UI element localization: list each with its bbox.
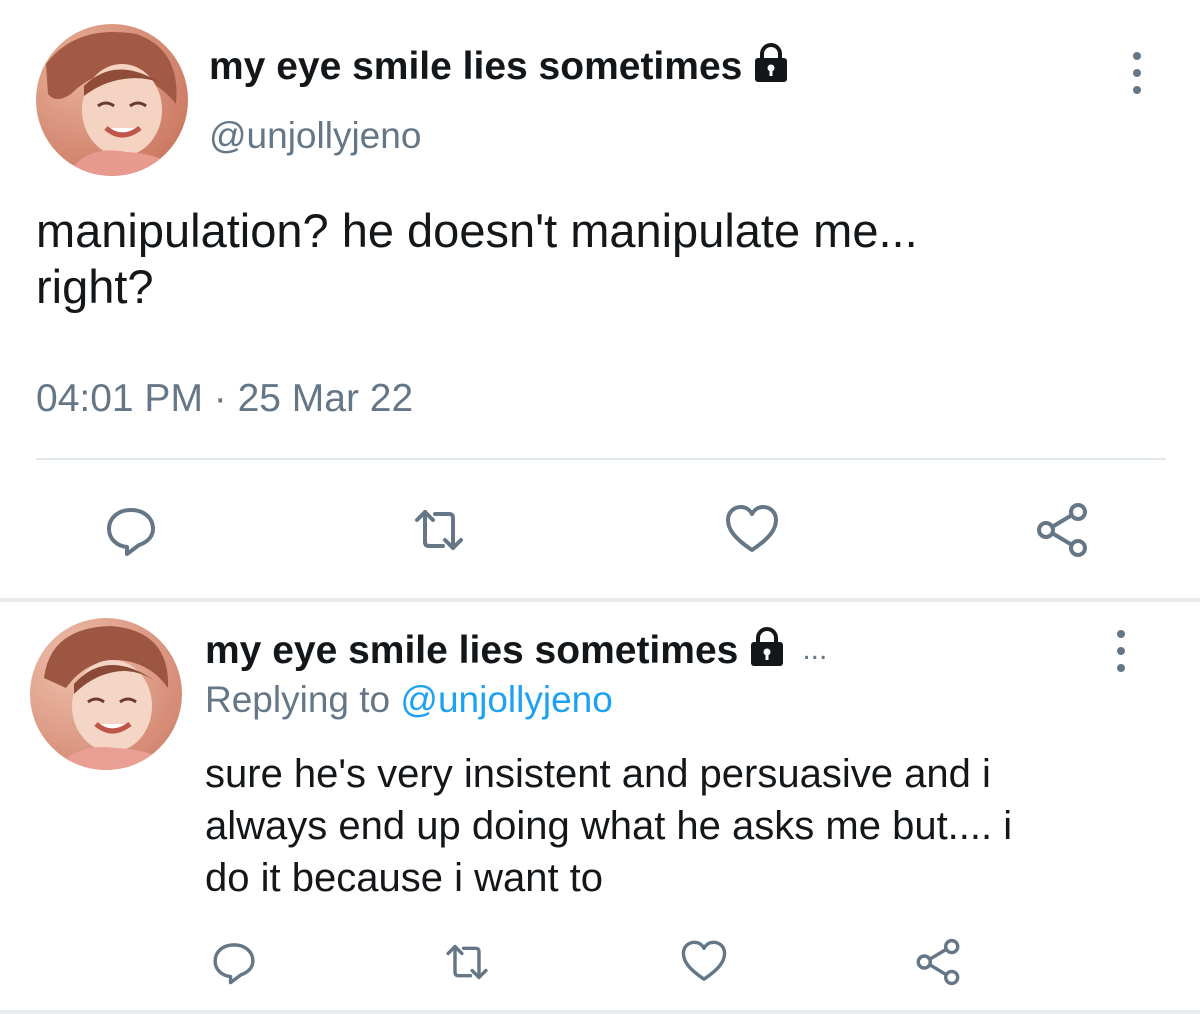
more-vertical-icon[interactable] [1111, 626, 1131, 676]
avatar-image [36, 24, 188, 176]
mention-link[interactable]: @unjollyjeno [400, 679, 612, 720]
avatar[interactable] [30, 618, 182, 770]
reply-button[interactable] [103, 502, 159, 558]
display-name[interactable]: my eye smile lies sometimes ... [205, 626, 827, 673]
display-name-text: my eye smile lies sometimes [205, 629, 739, 672]
reply-icon [107, 508, 155, 556]
user-handle[interactable]: @unjollyjeno [209, 115, 421, 157]
more-vertical-icon[interactable] [1127, 48, 1147, 98]
section-divider [0, 1010, 1200, 1014]
truncation-ellipsis: ... [802, 633, 828, 666]
like-button[interactable] [724, 502, 780, 558]
display-name[interactable]: my eye smile lies sometimes [209, 42, 792, 89]
avatar-image [30, 618, 182, 770]
tweet-text-line: sure he's very insistent and persuasive … [205, 752, 991, 796]
share-button[interactable] [1034, 502, 1090, 558]
replying-to: Replying to @unjollyjeno [205, 679, 613, 721]
tweet-text-line: always end up doing what he asks me but.… [205, 804, 1013, 848]
tweet-text-line: manipulation? he doesn't manipulate me..… [36, 204, 918, 257]
reply-icon [213, 943, 255, 985]
tweet-text: sure he's very insistent and persuasive … [205, 748, 1155, 904]
main-tweet: my eye smile lies sometimes @unjollyjeno… [0, 0, 1200, 600]
like-icon [681, 940, 727, 981]
avatar[interactable] [36, 24, 188, 176]
tweet-text-line: do it because i want to [205, 856, 604, 900]
like-button[interactable] [680, 938, 728, 986]
divider [36, 458, 1166, 460]
display-name-text: my eye smile lies sometimes [209, 45, 743, 88]
retweet-button[interactable] [411, 502, 467, 558]
lock-icon [755, 43, 788, 82]
reply-button[interactable] [210, 938, 258, 986]
tweet-text-line: right? [36, 260, 154, 313]
section-divider [0, 598, 1200, 602]
share-icon [1037, 503, 1087, 557]
timestamp[interactable]: 04:01 PM · 25 Mar 22 [36, 377, 413, 421]
tweet-thread: my eye smile lies sometimes @unjollyjeno… [0, 0, 1200, 1014]
tweet-text: manipulation? he doesn't manipulate me..… [36, 203, 1166, 315]
share-icon [916, 938, 960, 986]
retweet-icon [415, 510, 463, 550]
lock-icon [751, 627, 784, 666]
retweet-icon [446, 944, 488, 980]
like-icon [726, 505, 778, 552]
share-button[interactable] [914, 938, 962, 986]
retweet-button[interactable] [443, 938, 491, 986]
replying-prefix: Replying to [205, 679, 391, 720]
